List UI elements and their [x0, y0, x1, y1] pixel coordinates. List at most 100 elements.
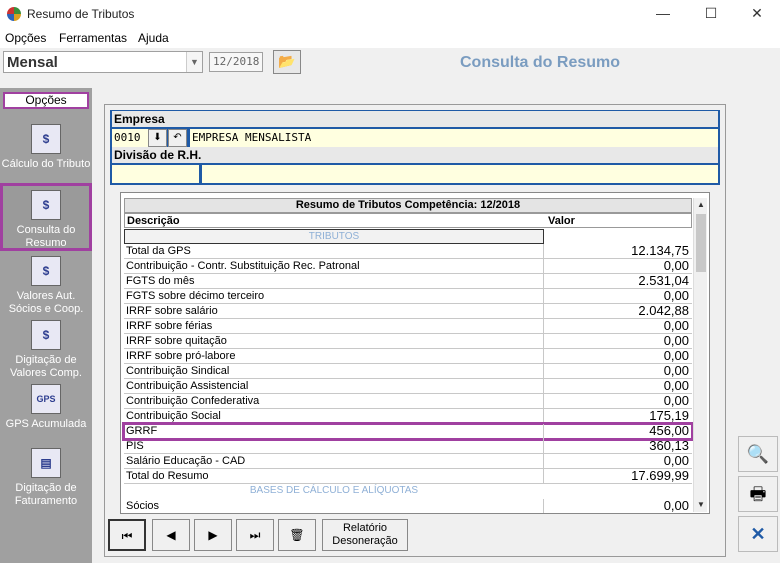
- sidebar-item-consulta[interactable]: $ Consulta do Resumo: [0, 183, 92, 251]
- record-navigation: ⏮ ◀ ▶ ⏭ 🗑 Relatório Desoneração: [108, 519, 410, 551]
- table-row[interactable]: Sócios 0,00: [124, 499, 692, 513]
- column-header-descricao: Descrição: [127, 215, 180, 227]
- division-code-field[interactable]: [112, 165, 199, 183]
- page-title: Consulta do Resumo: [460, 54, 621, 71]
- table-row[interactable]: Contribuição Social 175,19: [124, 409, 692, 424]
- table-row[interactable]: GRRF 456,00: [122, 422, 694, 441]
- open-folder-button[interactable]: 📂: [273, 50, 301, 74]
- scroll-up-icon[interactable]: ▲: [694, 198, 708, 212]
- menu-opcoes[interactable]: Opções: [5, 31, 46, 45]
- row-description: IRRF sobre salário: [126, 305, 218, 317]
- billing-icon: ▤: [31, 448, 61, 478]
- row-value: 12.134,75: [631, 243, 689, 258]
- row-description: Total do Resumo: [126, 470, 209, 482]
- row-value: 17.699,99: [631, 468, 689, 483]
- empresa-section: Empresa 0010 ⬇ ↶ EMPRESA MENSALISTA Divi…: [110, 110, 720, 185]
- row-value: 0,00: [663, 348, 689, 363]
- close-button[interactable]: ✕: [734, 0, 780, 28]
- table-row[interactable]: IRRF sobre pró-labore 0,00: [124, 349, 692, 364]
- division-label: Divisão de R.H.: [112, 147, 718, 163]
- row-value: 0,00: [663, 333, 689, 348]
- row-description: FGTS do mês: [126, 275, 195, 287]
- scroll-down-icon[interactable]: ▼: [694, 498, 708, 512]
- column-separator: [543, 439, 544, 454]
- table-row[interactable]: IRRF sobre quitação 0,00: [124, 334, 692, 349]
- table-row[interactable]: IRRF sobre férias 0,00: [124, 319, 692, 334]
- column-separator: [543, 499, 544, 513]
- printer-icon[interactable]: 🖶: [738, 476, 778, 512]
- sidebar-item-valores-aut[interactable]: $ Valores Aut. Sócios e Coop.: [0, 256, 92, 316]
- scroll-thumb[interactable]: [696, 214, 706, 272]
- sidebar-item-calculo[interactable]: $ Cálculo do Tributo: [0, 124, 92, 171]
- minimize-button[interactable]: —: [640, 0, 686, 28]
- table-row[interactable]: Total do Resumo 17.699,99: [124, 469, 692, 484]
- row-value: 175,19: [649, 408, 689, 423]
- table-row[interactable]: Total da GPS 12.134,75: [124, 244, 692, 259]
- column-separator: [543, 409, 544, 424]
- sidebar: Opções $ Cálculo do Tributo $ Consulta d…: [0, 88, 92, 563]
- row-description: FGTS sobre décimo terceiro: [126, 290, 265, 302]
- search-person-icon[interactable]: 🔍: [738, 436, 778, 472]
- calculator-icon: $: [31, 124, 61, 154]
- table-row[interactable]: Contribuição Confederativa 0,00: [124, 394, 692, 409]
- row-description: Sócios: [126, 500, 160, 512]
- undo-icon[interactable]: ↶: [168, 129, 187, 147]
- table-row[interactable]: Contribuição Sindical 0,00: [124, 364, 692, 379]
- toolbar: Mensal ▼ 12/2018 📂 Consulta do Resumo: [0, 48, 780, 78]
- table-row[interactable]: IRRF sobre salário 2.042,88: [124, 304, 692, 319]
- delete-button[interactable]: 🗑: [278, 519, 316, 551]
- row-value: 0,00: [663, 453, 689, 468]
- window-title: Resumo de Tributos: [27, 7, 135, 21]
- download-icon[interactable]: ⬇: [148, 129, 167, 147]
- sidebar-item-label: Digitação de Faturamento: [14, 482, 78, 507]
- sidebar-item-label: Digitação de Valores Comp.: [10, 354, 82, 379]
- table-row[interactable]: Contribuição Assistencial 0,00: [124, 379, 692, 394]
- table-row[interactable]: Contribuição - Contr. Substituição Rec. …: [124, 259, 692, 274]
- column-separator: [543, 349, 544, 364]
- row-value: 0,00: [663, 378, 689, 393]
- empresa-code-field[interactable]: 0010: [112, 129, 148, 147]
- mode-select[interactable]: Mensal ▼: [3, 51, 203, 73]
- column-header-valor: Valor: [548, 215, 575, 227]
- division-name-field[interactable]: [202, 165, 718, 183]
- chevron-down-icon[interactable]: ▼: [186, 52, 202, 72]
- column-separator: [543, 274, 544, 289]
- section-header-tributos: TRIBUTOS: [124, 229, 544, 244]
- next-record-button[interactable]: ▶: [194, 519, 232, 551]
- table-row[interactable]: Salário Educação - CAD 0,00: [124, 454, 692, 469]
- gps-icon: GPS: [31, 384, 61, 414]
- table-row[interactable]: PIS 360,13: [124, 439, 692, 454]
- empresa-name-field[interactable]: EMPRESA MENSALISTA: [190, 129, 718, 147]
- grid-scrollbar[interactable]: ▲ ▼: [693, 198, 707, 512]
- column-separator: [543, 319, 544, 334]
- row-description: PIS: [126, 440, 144, 452]
- previous-record-button[interactable]: ◀: [152, 519, 190, 551]
- row-description: Contribuição Assistencial: [126, 380, 249, 392]
- row-description: Salário Educação - CAD: [126, 455, 246, 467]
- row-description: Total da GPS: [126, 245, 191, 257]
- row-description: Contribuição - Contr. Substituição Rec. …: [126, 260, 360, 272]
- mode-select-value: Mensal: [7, 54, 58, 71]
- row-value: 0,00: [663, 363, 689, 378]
- sidebar-item-gps-acumulada[interactable]: GPS GPS Acumulada: [0, 384, 92, 431]
- table-row[interactable]: FGTS do mês 2.531,04: [124, 274, 692, 289]
- sidebar-item-digitacao-valores[interactable]: $ Digitação de Valores Comp.: [0, 320, 92, 380]
- maximize-button[interactable]: ☐: [688, 0, 734, 28]
- menu-ferramentas[interactable]: Ferramentas: [59, 31, 127, 45]
- row-description: Contribuição Social: [126, 410, 221, 422]
- tax-summary-grid: Resumo de Tributos Competência: 12/2018 …: [120, 192, 710, 514]
- row-value: 0,00: [663, 318, 689, 333]
- entry-icon: $: [31, 320, 61, 350]
- sidebar-item-label: Valores Aut. Sócios e Coop.: [8, 290, 84, 315]
- partners-icon: $: [31, 256, 61, 286]
- report-desoneracao-button[interactable]: Relatório Desoneração: [322, 519, 408, 551]
- menu-bar: Opções Ferramentas Ajuda: [0, 28, 780, 48]
- exit-icon[interactable]: ✕: [738, 516, 778, 552]
- table-row[interactable]: FGTS sobre décimo terceiro 0,00: [124, 289, 692, 304]
- first-record-button[interactable]: ⏮: [108, 519, 146, 551]
- row-description: IRRF sobre férias: [126, 320, 213, 332]
- last-record-button[interactable]: ⏭: [236, 519, 274, 551]
- period-field[interactable]: 12/2018: [209, 52, 263, 72]
- menu-ajuda[interactable]: Ajuda: [138, 31, 169, 45]
- sidebar-item-faturamento[interactable]: ▤ Digitação de Faturamento: [0, 448, 92, 508]
